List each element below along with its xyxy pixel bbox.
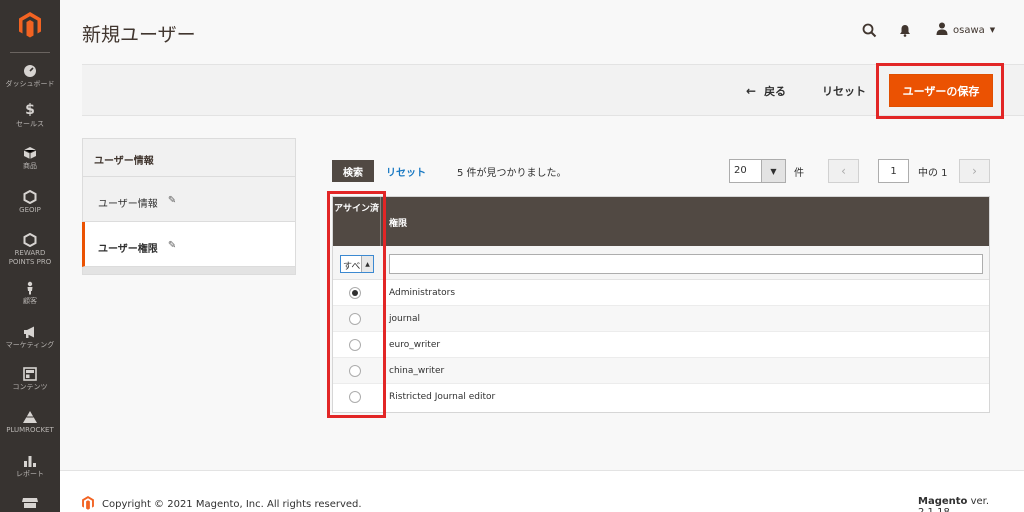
- assigned-column-highlight: [327, 191, 386, 418]
- bar-chart-icon: [0, 454, 60, 468]
- back-button-label: 戻る: [764, 85, 787, 98]
- tab-user-role[interactable]: ユーザー権限 ✎: [82, 222, 296, 267]
- sidebar-item-plumrocket[interactable]: PLUMROCKET: [0, 410, 60, 435]
- sidebar-item-marketing[interactable]: マーケティング: [0, 325, 60, 350]
- table-row[interactable]: journal: [333, 306, 989, 332]
- sidebar-item-label: PLUMROCKET: [6, 426, 54, 434]
- megaphone-icon: [0, 325, 60, 339]
- sidebar-item-label: コンテンツ: [12, 383, 48, 391]
- next-page-button[interactable]: ›: [959, 159, 990, 183]
- table-row[interactable]: euro_writer: [333, 332, 989, 358]
- pencil-icon: ✎: [167, 195, 177, 206]
- page-title: 新規ユーザー: [82, 24, 196, 46]
- arrow-left-icon: ←: [746, 84, 757, 98]
- sidebar-item-label: レポート: [16, 470, 44, 478]
- sidebar-item-reward-points[interactable]: REWARD POINTS PRO: [0, 233, 60, 267]
- role-name: Administrators: [389, 288, 456, 298]
- caret-down-icon: ▼: [989, 26, 996, 34]
- role-name: Ristricted Journal editor: [389, 392, 496, 402]
- magento-logo-icon[interactable]: [0, 0, 60, 50]
- hexagon-icon: [0, 233, 60, 247]
- records-found: 5 件が見つかりました。: [457, 168, 567, 179]
- per-page-value: 20: [734, 165, 747, 176]
- version-info: Magento ver. 2.1.18: [918, 496, 1024, 512]
- sidebar-item-geoip[interactable]: GEOIP: [0, 190, 60, 215]
- person-icon: [0, 281, 60, 295]
- sidebar-item-label: セールス: [16, 120, 44, 128]
- dollar-icon: $: [25, 102, 35, 118]
- reset-filter-link[interactable]: リセット: [386, 164, 426, 179]
- sidebar-item-label: 顧客: [23, 297, 37, 305]
- speedometer-icon: [0, 64, 60, 78]
- sidebar-item-reports[interactable]: レポート: [0, 454, 60, 479]
- copyright-text: Copyright © 2021 Magento, Inc. All right…: [102, 499, 362, 510]
- per-page-select[interactable]: 20 ▼: [729, 159, 786, 183]
- back-button[interactable]: ← 戻る: [746, 83, 786, 99]
- role-filter-input[interactable]: [389, 254, 983, 274]
- tab-label: ユーザー権限: [98, 244, 158, 255]
- bell-icon[interactable]: [895, 20, 915, 40]
- cube-icon: [0, 146, 60, 160]
- sidebar-item-label: マーケティング: [5, 341, 55, 349]
- per-page-label: 件: [794, 168, 804, 179]
- search-icon[interactable]: [859, 20, 879, 40]
- brand-name: Magento: [918, 496, 968, 507]
- sidebar-item-dashboard[interactable]: ダッシュボード: [0, 64, 60, 89]
- sidebar-item-label: GEOIP: [19, 206, 41, 214]
- pencil-icon: ✎: [167, 240, 177, 251]
- sidebar-item-products[interactable]: 商品: [0, 146, 60, 171]
- user-icon: [936, 22, 948, 38]
- page-number-input[interactable]: 1: [878, 159, 909, 183]
- chevron-down-icon[interactable]: ▼: [761, 160, 785, 182]
- role-name: journal: [389, 314, 420, 324]
- column-header-role[interactable]: 権限: [389, 216, 407, 229]
- tabs-bottom-strip: [82, 267, 296, 275]
- username: osawa: [953, 24, 985, 36]
- page-total: 中の 1: [918, 168, 948, 179]
- hexagon-icon: [0, 190, 60, 204]
- layout-icon: [0, 367, 60, 381]
- sidebar-item-customers[interactable]: 顧客: [0, 281, 60, 306]
- roles-grid: アサイン済 権限 すべ ▲ Administrators journal eur…: [332, 196, 990, 413]
- sidebar-item-label: ダッシュボード: [5, 80, 55, 88]
- grid-header: アサイン済 権限: [333, 197, 989, 246]
- magento-logo-icon: [82, 496, 94, 512]
- tab-label: ユーザー情報: [98, 199, 158, 210]
- reset-button[interactable]: リセット: [822, 83, 866, 99]
- tabs-heading: ユーザー情報: [82, 138, 296, 177]
- chevron-left-icon: ‹: [841, 164, 846, 178]
- pyramid-icon: [0, 410, 60, 424]
- prev-page-button[interactable]: ‹: [828, 159, 859, 183]
- admin-sidebar: ダッシュボード $ セールス 商品 GEOIP REWARD POINTS PR…: [0, 0, 60, 512]
- save-button-highlight: [876, 63, 1004, 119]
- sidebar-item-label: 商品: [23, 162, 37, 170]
- sidebar-item-label: POINTS PRO: [8, 258, 52, 266]
- sidebar-divider: [10, 52, 50, 53]
- user-tabs: ユーザー情報 ユーザー情報 ✎ ユーザー権限 ✎: [82, 138, 296, 275]
- sidebar-item-label: REWARD: [14, 249, 46, 257]
- store-icon: [0, 498, 60, 508]
- sidebar-item-sales[interactable]: $ セールス: [0, 102, 60, 129]
- role-name: china_writer: [389, 366, 445, 376]
- table-row[interactable]: Ristricted Journal editor: [333, 384, 989, 410]
- table-row[interactable]: china_writer: [333, 358, 989, 384]
- search-button[interactable]: 検索: [332, 160, 374, 182]
- sidebar-item-stores[interactable]: [0, 498, 60, 510]
- filter-row: すべ ▲: [333, 246, 989, 280]
- sidebar-item-content[interactable]: コンテンツ: [0, 367, 60, 392]
- tab-user-info[interactable]: ユーザー情報 ✎: [82, 177, 296, 222]
- copyright: Copyright © 2021 Magento, Inc. All right…: [82, 496, 362, 512]
- table-row[interactable]: Administrators: [333, 280, 989, 306]
- user-account-menu[interactable]: osawa ▼: [936, 20, 995, 40]
- role-name: euro_writer: [389, 340, 441, 350]
- chevron-right-icon: ›: [972, 164, 977, 178]
